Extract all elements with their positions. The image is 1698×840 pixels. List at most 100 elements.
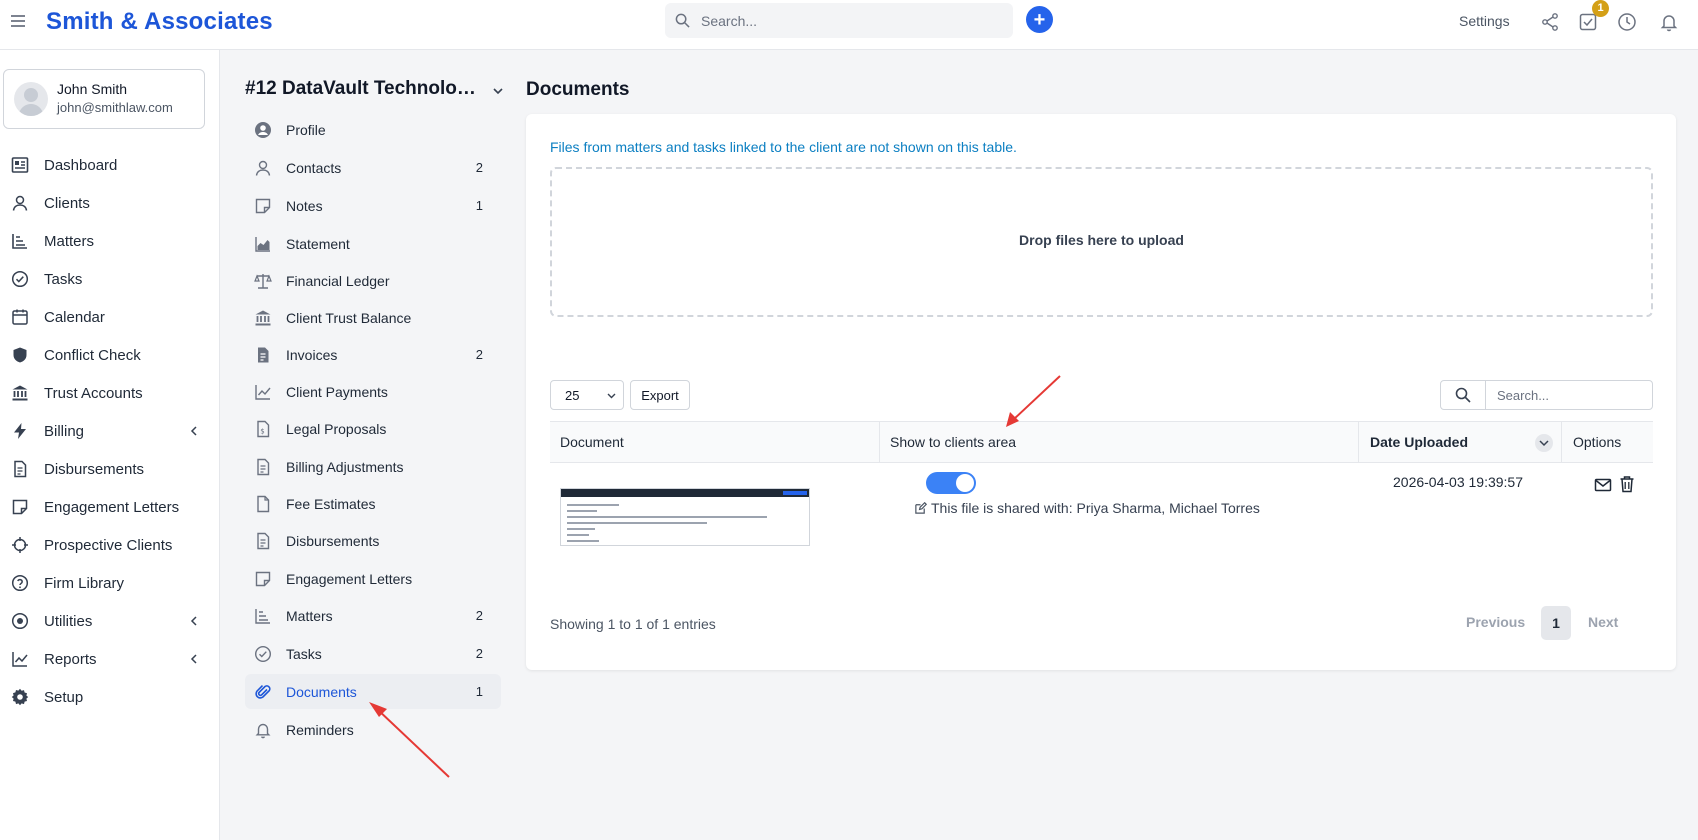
brand-logo[interactable]: Smith & Associates — [46, 8, 273, 36]
document-thumbnail[interactable] — [560, 488, 810, 546]
chart-icon — [12, 652, 28, 667]
table-search-input[interactable] — [1485, 380, 1653, 410]
chevron-down-icon — [607, 393, 616, 399]
pagination-next[interactable]: Next — [1588, 614, 1618, 630]
tasks-badge: 1 — [1592, 0, 1609, 17]
clock-icon[interactable] — [1617, 12, 1637, 32]
sort-desc-icon[interactable] — [1535, 434, 1553, 452]
top-bar: Smith & Associates + Settings 1 — [0, 0, 1698, 50]
export-button[interactable]: Export — [630, 380, 690, 410]
date-uploaded-value: 2026-04-03 19:39:57 — [1393, 474, 1523, 490]
client-menu-label: Engagement Letters — [286, 571, 413, 587]
client-menu-documents[interactable]: Documents 1 — [245, 674, 501, 709]
blank-file-icon — [257, 495, 270, 513]
sidebar-item-prospective-clients[interactable]: Prospective Clients — [0, 528, 219, 562]
gear-icon — [11, 688, 29, 706]
table-search-button[interactable] — [1440, 380, 1486, 410]
client-menu-billing-adjustments[interactable]: Billing Adjustments — [245, 449, 501, 484]
sidebar-item-trust-accounts[interactable]: Trust Accounts — [0, 376, 219, 410]
client-menu-reminders[interactable]: Reminders — [245, 712, 501, 747]
sidebar-item-billing[interactable]: Billing — [0, 414, 219, 448]
sidebar-item-engagement-letters[interactable]: Engagement Letters — [0, 490, 219, 524]
pagination-page-1[interactable]: 1 — [1541, 606, 1571, 640]
bolt-icon — [14, 423, 26, 439]
sidebar-item-label: Engagement Letters — [44, 499, 180, 516]
client-menu-invoices[interactable]: Invoices 2 — [245, 337, 501, 372]
page-length-select[interactable]: 25 — [550, 380, 624, 410]
line-chart-icon — [255, 385, 271, 400]
page-title: Documents — [526, 79, 630, 100]
documents-panel: Files from matters and tasks linked to t… — [526, 114, 1676, 670]
client-menu-fee-estimates[interactable]: Fee Estimates — [245, 486, 501, 521]
area-chart-icon — [255, 237, 270, 252]
sidebar-item-clients[interactable]: Clients — [0, 186, 219, 220]
quick-add-button[interactable]: + — [1026, 6, 1053, 33]
client-menu-label: Billing Adjustments — [286, 459, 404, 475]
client-menu-tasks[interactable]: Tasks 2 — [245, 636, 501, 671]
sidebar-item-label: Tasks — [44, 271, 83, 288]
bell-icon — [255, 723, 271, 739]
proposal-icon: $ — [257, 420, 270, 438]
client-menu-label: Client Payments — [286, 384, 388, 400]
client-menu-disbursements[interactable]: Disbursements — [245, 523, 501, 558]
share-icon[interactable] — [1540, 12, 1560, 32]
file-icon — [257, 458, 270, 476]
scale-icon — [254, 274, 272, 289]
table-header: Document Show to clients area Date Uploa… — [550, 421, 1653, 463]
sidebar-item-label: Billing — [44, 423, 85, 440]
edit-icon[interactable] — [914, 502, 927, 515]
chevron-left-icon — [190, 616, 197, 626]
client-menu-notes[interactable]: Notes 1 — [245, 188, 501, 223]
user-name: John Smith — [57, 81, 128, 97]
search-icon — [1455, 387, 1471, 403]
bank-icon — [255, 310, 271, 326]
menu-icon[interactable] — [9, 12, 27, 30]
user-card[interactable]: John Smith john@smithlaw.com — [3, 69, 205, 129]
trash-icon[interactable] — [1618, 475, 1636, 493]
client-menu-count: 2 — [475, 646, 483, 661]
col-show-to-clients[interactable]: Show to clients area — [880, 422, 1359, 462]
client-menu-label: Reminders — [286, 722, 354, 738]
table-row: This file is shared with: Priya Sharma, … — [550, 463, 1653, 563]
col-options: Options — [1573, 434, 1622, 450]
settings-link[interactable]: Settings — [1459, 13, 1510, 29]
mail-icon[interactable] — [1594, 476, 1612, 494]
sidebar-item-setup[interactable]: Setup — [0, 680, 219, 714]
shared-with-info[interactable]: This file is shared with: Priya Sharma, … — [914, 500, 1260, 516]
bell-icon[interactable] — [1659, 12, 1679, 32]
sidebar-item-utilities[interactable]: Utilities — [0, 604, 219, 638]
pagination-previous[interactable]: Previous — [1466, 614, 1525, 630]
sidebar-item-dashboard[interactable]: Dashboard — [0, 148, 219, 182]
client-menu-engagement-letters[interactable]: Engagement Letters — [245, 561, 501, 596]
client-menu-contacts[interactable]: Contacts 2 — [245, 150, 501, 185]
sidebar-item-reports[interactable]: Reports — [0, 642, 219, 676]
client-menu-profile[interactable]: Profile — [245, 112, 501, 147]
note-icon — [12, 499, 28, 515]
client-title[interactable]: #12 DataVault Technologies — [245, 78, 480, 100]
client-menu-client-payments[interactable]: Client Payments — [245, 374, 501, 409]
avatar — [14, 82, 48, 116]
client-menu-label: Legal Proposals — [286, 421, 387, 437]
file-dropzone[interactable]: Drop files here to upload — [550, 167, 1653, 317]
client-menu-financial-ledger[interactable]: Financial Ledger — [245, 263, 501, 298]
client-menu-client-trust-balance[interactable]: Client Trust Balance — [245, 300, 501, 335]
global-search-input[interactable] — [701, 9, 1001, 33]
client-menu-label: Notes — [286, 198, 323, 214]
col-document[interactable]: Document — [550, 422, 880, 462]
sidebar-item-tasks[interactable]: Tasks — [0, 262, 219, 296]
col-date-uploaded[interactable]: Date Uploaded — [1359, 422, 1562, 462]
client-menu-label: Documents — [286, 684, 357, 700]
sidebar-item-label: Firm Library — [44, 575, 125, 592]
global-search[interactable] — [665, 3, 1013, 38]
sidebar-item-firm-library[interactable]: Firm Library — [0, 566, 219, 600]
sidebar-item-matters[interactable]: Matters — [0, 224, 219, 258]
show-to-clients-toggle[interactable] — [926, 472, 976, 494]
client-menu-label: Fee Estimates — [286, 496, 376, 512]
sidebar-item-calendar[interactable]: Calendar — [0, 300, 219, 334]
client-menu-matters[interactable]: Matters 2 — [245, 598, 501, 633]
chevron-down-icon[interactable] — [491, 84, 505, 98]
sidebar-item-disbursements[interactable]: Disbursements — [0, 452, 219, 486]
client-menu-statement[interactable]: Statement — [245, 226, 501, 261]
client-menu-legal-proposals[interactable]: $ Legal Proposals — [245, 411, 501, 446]
sidebar-item-conflict-check[interactable]: Conflict Check — [0, 338, 219, 372]
